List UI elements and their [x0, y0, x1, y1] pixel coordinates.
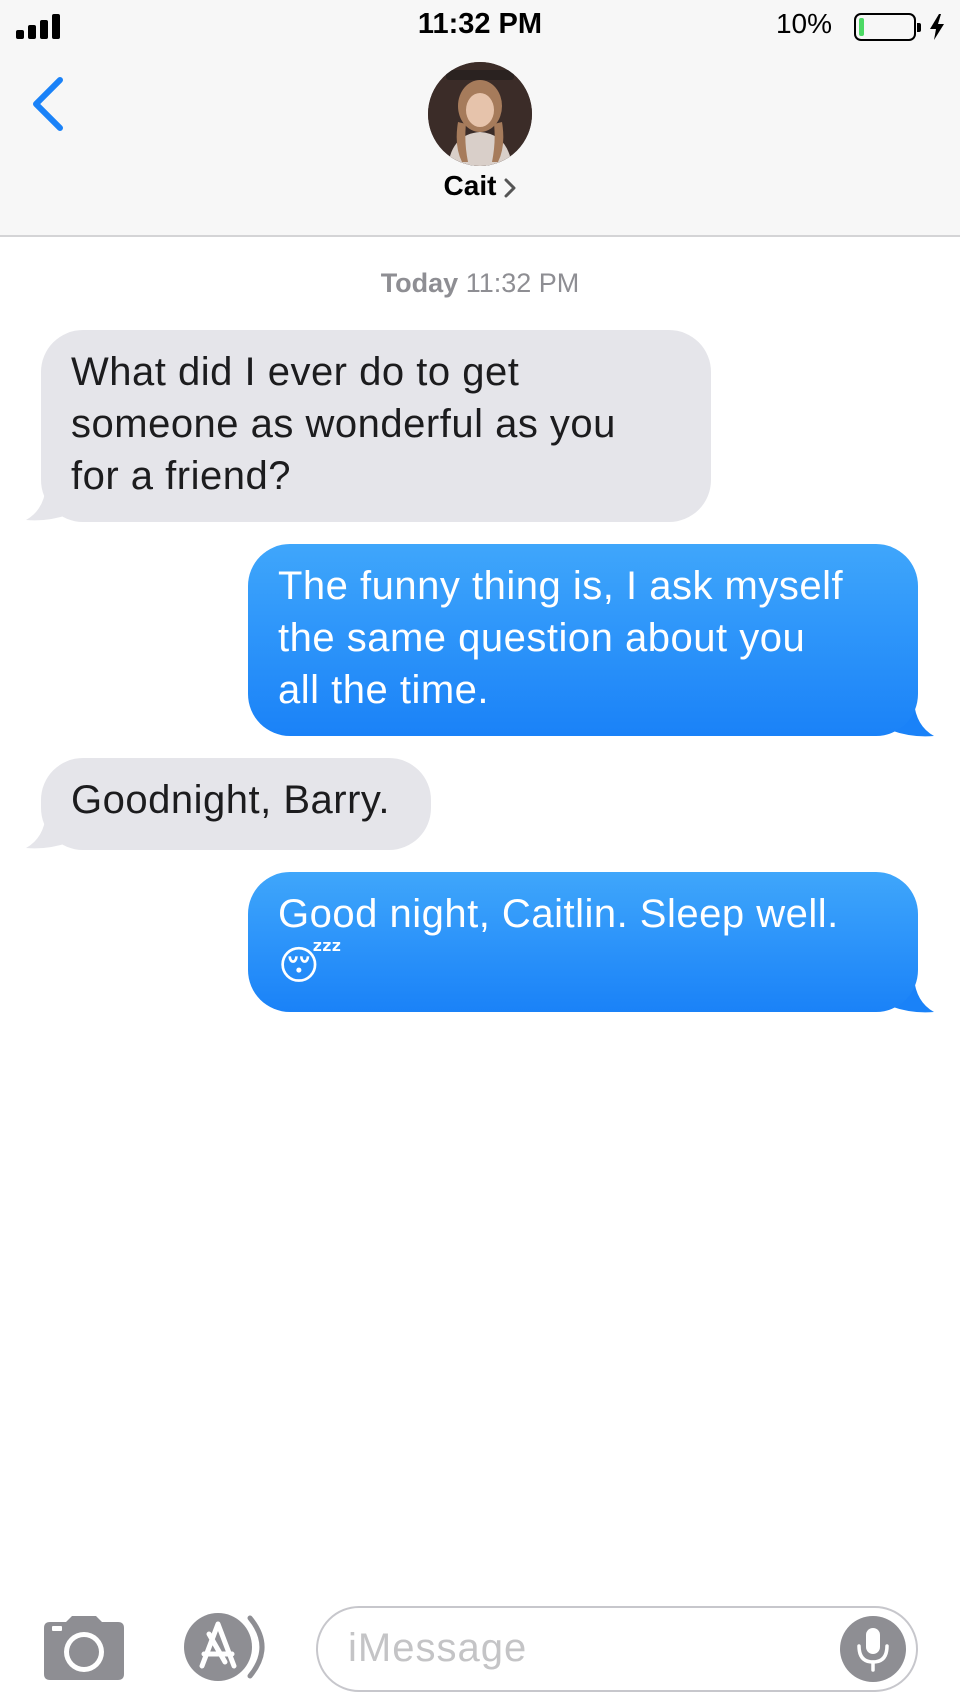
- chevron-left-icon: [33, 77, 63, 131]
- message-bubble-outgoing[interactable]: The funny thing is, I ask myself the sam…: [248, 544, 918, 736]
- camera-button[interactable]: [42, 1614, 126, 1682]
- conversation-header: Cait: [0, 52, 960, 237]
- charging-bolt-icon: [930, 14, 944, 40]
- chevron-right-icon: [504, 178, 516, 198]
- message-line: someone as wonderful as you: [71, 402, 616, 446]
- timestamp-day: Today: [380, 268, 459, 298]
- message-line: Good night, Caitlin. Sleep well.: [278, 892, 839, 936]
- message-line: The funny thing is, I ask myself: [278, 564, 844, 608]
- dictation-button[interactable]: [840, 1616, 906, 1682]
- conversation-timestamp: Today 11:32 PM: [0, 268, 960, 299]
- app-store-button[interactable]: [178, 1610, 274, 1684]
- back-button[interactable]: [26, 72, 78, 136]
- contact-avatar[interactable]: [428, 62, 532, 166]
- contact-name-button[interactable]: Cait: [0, 170, 960, 202]
- message-input[interactable]: iMessage: [316, 1606, 918, 1692]
- camera-icon: [44, 1616, 124, 1680]
- messages-screen: 11:32 PM 10% Cait Today 11:32 PM What di…: [0, 0, 960, 1704]
- status-bar: 11:32 PM 10%: [0, 0, 960, 52]
- sleeping-face-emoji: 😴: [278, 944, 343, 988]
- message-line: What did I ever do to get: [71, 350, 520, 394]
- timestamp-time: 11:32 PM: [465, 268, 580, 298]
- contact-name: Cait: [443, 170, 497, 201]
- app-store-icon: [184, 1613, 265, 1681]
- message-bubble-incoming[interactable]: Goodnight, Barry.: [41, 758, 431, 850]
- message-line: all the time.: [278, 668, 490, 712]
- message-line: Goodnight, Barry.: [71, 778, 391, 822]
- message-bubble-incoming[interactable]: What did I ever do to get someone as won…: [41, 330, 711, 522]
- message-line: the same question about you: [278, 616, 806, 660]
- message-input-placeholder: iMessage: [348, 1626, 528, 1670]
- battery-percent: 10%: [775, 8, 832, 39]
- message-line: for a friend?: [71, 454, 291, 498]
- battery-level-fill: [859, 18, 864, 36]
- avatar-photo: [428, 62, 532, 166]
- microphone-icon: [857, 1628, 889, 1672]
- message-bubble-outgoing[interactable]: Good night, Caitlin. Sleep well. 😴: [248, 872, 918, 1012]
- battery-icon: [854, 13, 916, 41]
